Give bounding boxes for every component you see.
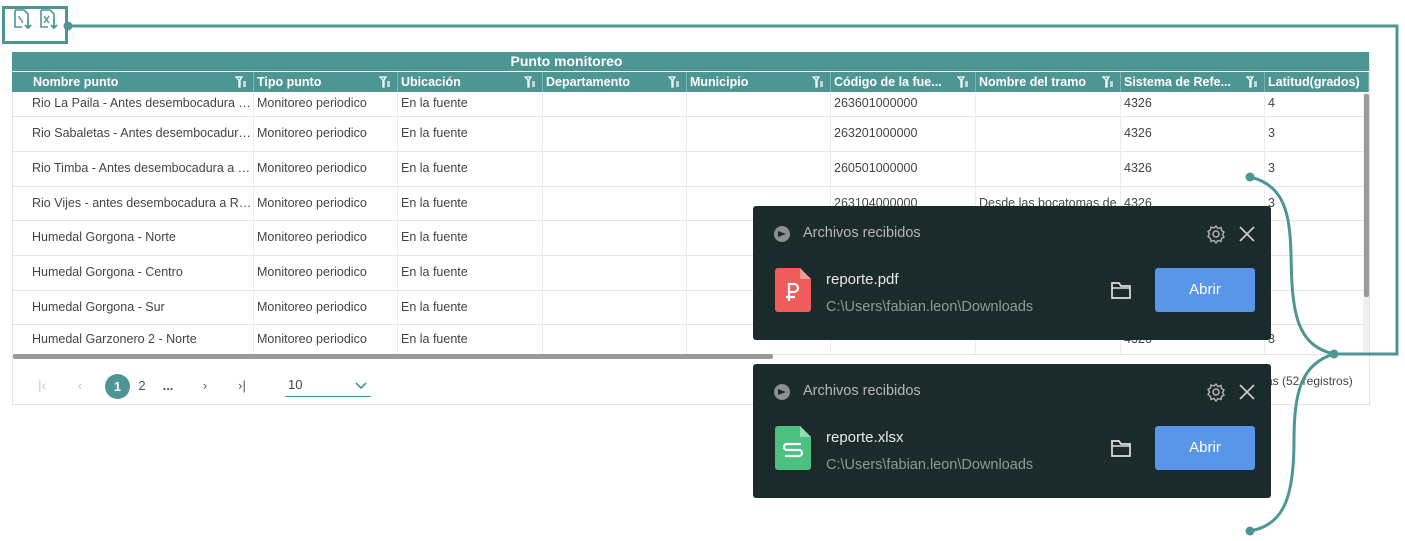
folder-icon[interactable] <box>1110 438 1132 458</box>
close-icon[interactable] <box>1237 224 1257 244</box>
file-name: reporte.pdf <box>826 271 899 288</box>
file-path: C:\Users\fabian.leon\Downloads <box>826 457 1034 473</box>
download-toast-xlsx: Archivos recibidos reporte.xlsx C:\Users… <box>753 364 1271 498</box>
toast-title: Archivos recibidos <box>803 383 921 399</box>
toast-title: Archivos recibidos <box>803 225 921 241</box>
file-path: C:\Users\fabian.leon\Downloads <box>826 299 1034 315</box>
download-toast-pdf: Archivos recibidos reporte.pdf C:\Users\… <box>753 206 1271 340</box>
pdf-file-icon <box>775 268 811 312</box>
browser-logo-icon <box>774 384 790 400</box>
gear-icon[interactable] <box>1206 224 1226 244</box>
spreadsheet-file-icon <box>775 426 811 470</box>
open-file-button[interactable]: Abrir <box>1155 426 1255 470</box>
close-icon[interactable] <box>1237 382 1257 402</box>
browser-logo-icon <box>774 226 790 242</box>
file-name: reporte.xlsx <box>826 429 904 446</box>
open-file-button[interactable]: Abrir <box>1155 268 1255 312</box>
folder-icon[interactable] <box>1110 280 1132 300</box>
gear-icon[interactable] <box>1206 382 1226 402</box>
